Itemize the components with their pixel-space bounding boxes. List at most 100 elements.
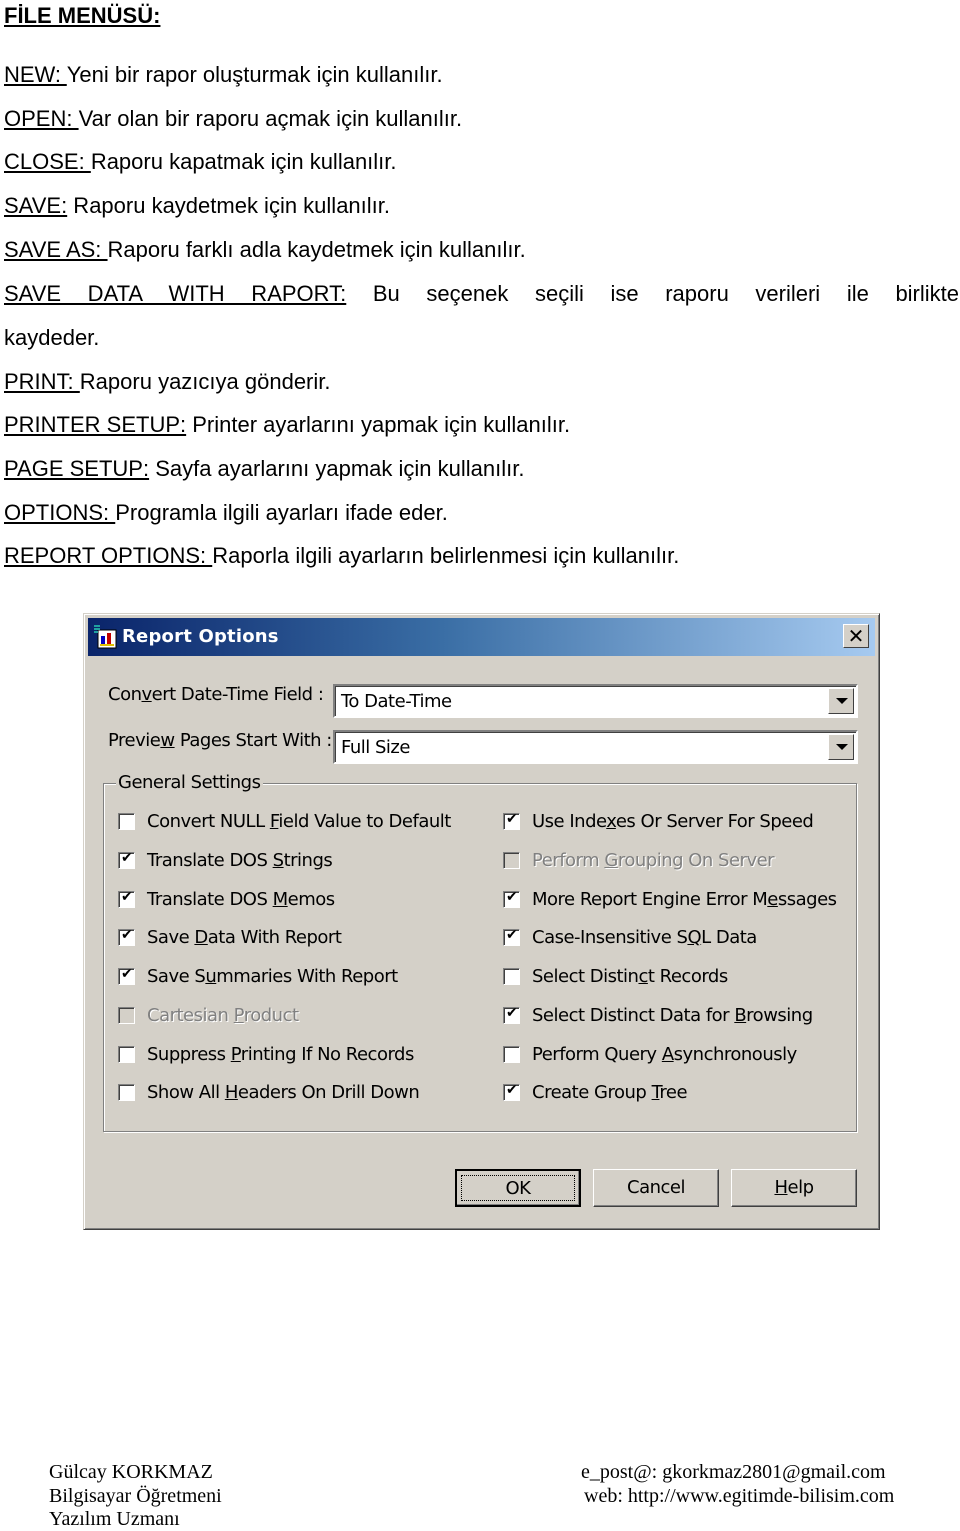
option-checkbox[interactable]: Case-Insensitive SQL Data bbox=[503, 925, 757, 949]
option-checkbox: Cartesian Product bbox=[118, 1003, 299, 1027]
checkbox-unchecked-icon[interactable] bbox=[503, 1045, 520, 1063]
option-checkbox[interactable]: Create Group Tree bbox=[503, 1080, 688, 1104]
menu-item-desc-save: SAVE: Raporu kaydetmek için kullanılır. bbox=[4, 192, 390, 220]
option-checkbox[interactable]: Suppress Printing If No Records bbox=[118, 1042, 414, 1066]
option-checkbox[interactable]: More Report Engine Error Messages bbox=[503, 887, 837, 911]
option-checkbox[interactable]: Use Indexes Or Server For Speed bbox=[503, 809, 814, 833]
option-label: More Report Engine Error Messages bbox=[532, 889, 837, 910]
option-checkbox[interactable]: Save Data With Report bbox=[118, 925, 342, 949]
menu-item-desc-page-setup: PAGE SETUP: Sayfa ayarlarını yapmak için… bbox=[4, 455, 524, 483]
option-checkbox[interactable]: Translate DOS Memos bbox=[118, 887, 335, 911]
option-checkbox[interactable]: Select Distinct Data for Browsing bbox=[503, 1003, 813, 1027]
cancel-button[interactable]: Cancel bbox=[593, 1169, 719, 1207]
label-part: es Or Server For Speed bbox=[615, 810, 814, 832]
close-button[interactable]: ✕ bbox=[843, 624, 869, 648]
label-accelerator: S bbox=[272, 849, 284, 871]
option-checkbox: Perform Grouping On Server bbox=[503, 848, 775, 872]
option-label: Select Distinct Records bbox=[532, 966, 728, 987]
menu-item-desc-printer-setup: PRINTER SETUP: Printer ayarlarını yapmak… bbox=[4, 411, 570, 439]
option-checkbox[interactable]: Select Distinct Records bbox=[503, 964, 728, 988]
menu-item-desc-save-as: SAVE AS: Raporu farklı adla kaydetmek iç… bbox=[4, 236, 526, 264]
option-label: Suppress Printing If No Records bbox=[147, 1044, 414, 1065]
item-desc: Bu seçenek seçili ise raporu verileri il… bbox=[346, 281, 960, 306]
label-part: rowsing bbox=[746, 1004, 813, 1026]
label-part: Select Distinct Data for bbox=[532, 1004, 735, 1026]
label-part: Translate DOS bbox=[147, 888, 273, 910]
general-settings-group: General Settings Convert NULL Field Valu… bbox=[103, 772, 857, 1132]
item-key: SAVE: bbox=[4, 193, 68, 218]
label-part: Translate DOS bbox=[147, 849, 273, 871]
ok-button-label: OK bbox=[461, 1175, 575, 1201]
label-part: Previe bbox=[108, 730, 161, 751]
checkbox-checked-icon[interactable] bbox=[118, 850, 135, 869]
ok-button[interactable]: OK bbox=[455, 1169, 581, 1207]
label-part: emos bbox=[287, 888, 336, 910]
option-label: Create Group Tree bbox=[532, 1081, 688, 1103]
menu-item-desc-close: CLOSE: Raporu kapatmak için kullanılır. bbox=[4, 148, 397, 176]
option-label: Save Data With Report bbox=[147, 926, 342, 948]
option-checkbox[interactable]: Show All Headers On Drill Down bbox=[118, 1080, 420, 1104]
checkbox-unchecked-icon[interactable] bbox=[503, 967, 520, 985]
label-part: ert Date-Time Field : bbox=[151, 684, 324, 705]
label-accelerator: Q bbox=[687, 926, 702, 948]
menu-item-desc-print: PRINT: Raporu yazıcıya gönderir. bbox=[4, 368, 331, 396]
label-part: Suppress bbox=[147, 1043, 231, 1065]
label-part: synchronously bbox=[673, 1043, 798, 1065]
label-part: ata With Report bbox=[207, 926, 342, 948]
dropdown-arrow-icon[interactable] bbox=[828, 734, 854, 760]
checkbox-unchecked-icon[interactable] bbox=[118, 1045, 135, 1063]
option-checkbox[interactable]: Perform Query Asynchronously bbox=[503, 1042, 797, 1066]
checkbox-checked-icon[interactable] bbox=[503, 1005, 520, 1024]
preview-pages-select[interactable]: Full Size bbox=[333, 730, 858, 764]
author-title: Yazılım Uzmanı bbox=[49, 1508, 180, 1530]
item-key: SAVE DATA WITH RAPORT: bbox=[4, 281, 347, 306]
checkbox-checked-icon[interactable] bbox=[118, 966, 135, 985]
label-part: elp bbox=[787, 1177, 815, 1198]
author-name: Gülcay KORKMAZ bbox=[49, 1461, 213, 1483]
option-label: Save Summaries With Report bbox=[147, 966, 398, 987]
author-role: Bilgisayar Öğretmeni bbox=[49, 1485, 222, 1507]
item-key: REPORT OPTIONS: bbox=[4, 543, 213, 568]
menu-item-desc-open: OPEN: Var olan bir raporu açmak için kul… bbox=[4, 105, 462, 133]
checkbox-checked-icon[interactable] bbox=[503, 811, 520, 830]
help-button[interactable]: Help bbox=[731, 1169, 857, 1207]
option-checkbox[interactable]: Convert NULL Field Value to Default bbox=[118, 809, 451, 833]
checkbox-checked-icon[interactable] bbox=[503, 927, 520, 946]
label-accelerator: e bbox=[767, 888, 778, 910]
checkbox-checked-icon[interactable] bbox=[118, 889, 135, 908]
convert-date-time-label: Convert Date-Time Field : bbox=[108, 684, 324, 705]
checkbox-unchecked-icon[interactable] bbox=[118, 1083, 135, 1101]
label-part: Case-Insensitive S bbox=[532, 926, 688, 948]
menu-item-desc-report-options: REPORT OPTIONS: Raporla ilgili ayarların… bbox=[4, 542, 679, 570]
option-label: Perform Query Asynchronously bbox=[532, 1044, 797, 1065]
item-desc: Raporu farklı adla kaydetmek için kullan… bbox=[107, 237, 526, 262]
label-part: ree bbox=[659, 1081, 688, 1103]
label-part: Show All bbox=[147, 1081, 225, 1103]
checkbox-checked-icon[interactable] bbox=[118, 927, 135, 946]
dropdown-arrow-icon[interactable] bbox=[828, 688, 854, 714]
option-label: Convert NULL Field Value to Default bbox=[147, 811, 451, 832]
label-accelerator: H bbox=[774, 1177, 788, 1198]
checkbox-checked-icon[interactable] bbox=[503, 889, 520, 908]
label-part: Create Group bbox=[532, 1081, 652, 1103]
item-key: OPTIONS: bbox=[4, 500, 116, 525]
convert-date-time-select[interactable]: To Date-Time bbox=[333, 684, 858, 718]
option-label: Case-Insensitive SQL Data bbox=[532, 927, 757, 948]
label-accelerator: A bbox=[661, 1043, 674, 1065]
label-part: eaders On Drill Down bbox=[237, 1081, 420, 1103]
author-website: web: http://www.egitimde-bilisim.com bbox=[584, 1485, 895, 1507]
item-key: CLOSE: bbox=[4, 149, 91, 174]
option-checkbox[interactable]: Save Summaries With Report bbox=[118, 964, 398, 988]
label-part: Perform Query bbox=[532, 1043, 662, 1065]
checkbox-checked-icon[interactable] bbox=[503, 1082, 520, 1101]
label-accelerator: x bbox=[606, 810, 616, 832]
label-part: trings bbox=[283, 849, 333, 871]
option-checkbox[interactable]: Translate DOS Strings bbox=[118, 848, 333, 872]
label-accelerator: G bbox=[604, 849, 618, 871]
label-accelerator: w bbox=[160, 730, 175, 751]
option-label: Translate DOS Strings bbox=[147, 849, 333, 871]
dialog-title: Report Options bbox=[122, 626, 279, 647]
dialog-titlebar[interactable]: Report Options ✕ bbox=[88, 618, 875, 656]
option-label: Show All Headers On Drill Down bbox=[147, 1081, 420, 1103]
checkbox-unchecked-icon[interactable] bbox=[118, 812, 135, 830]
